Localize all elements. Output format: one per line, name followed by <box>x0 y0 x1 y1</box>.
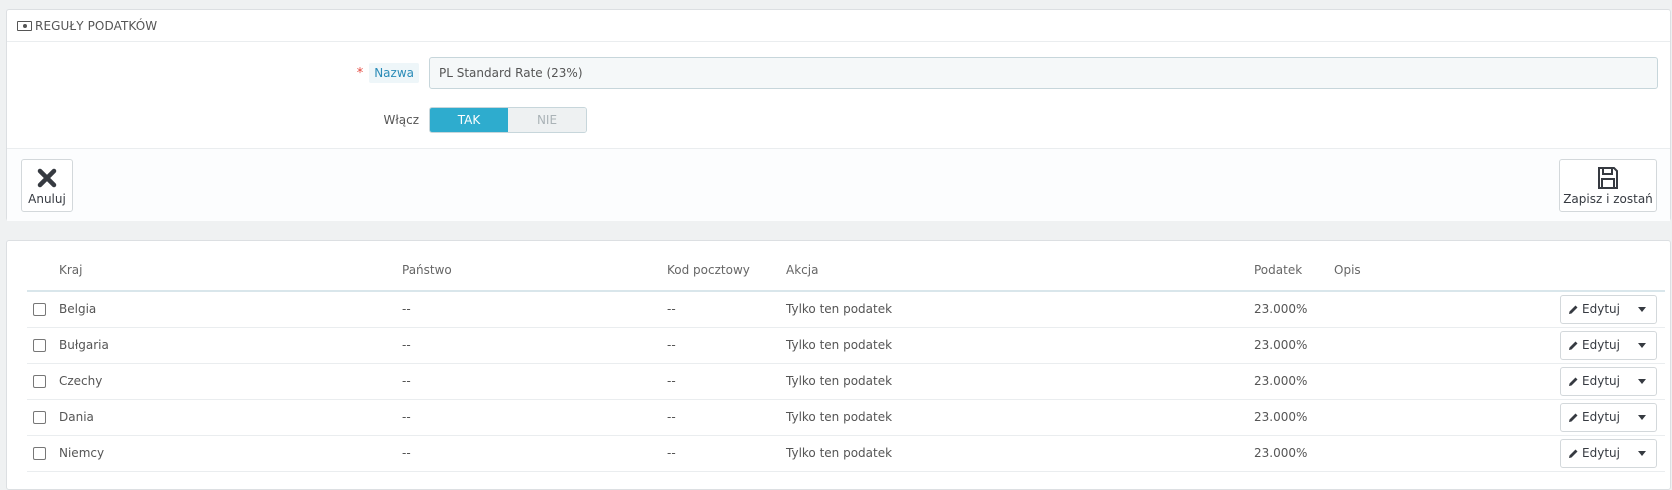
header-country[interactable]: Kraj <box>59 249 402 292</box>
header-description[interactable]: Opis <box>1334 249 1554 292</box>
header-state[interactable]: Państwo <box>402 249 667 292</box>
tax-rule-form-panel: REGUŁY PODATKÓW * Nazwa PL Standard Rate… <box>6 9 1671 221</box>
row-checkbox[interactable] <box>33 338 46 352</box>
panel-heading: REGUŁY PODATKÓW <box>7 10 1670 42</box>
header-zip[interactable]: Kod pocztowy <box>667 249 786 292</box>
table-row: Niemcy -- -- Tylko ten podatek 23.000% E… <box>27 435 1665 472</box>
cell-zip: -- <box>667 435 786 472</box>
edit-button[interactable]: Edytuj <box>1561 331 1628 359</box>
edit-button[interactable]: Edytuj <box>1561 403 1628 431</box>
enable-switch[interactable]: TAK NIE <box>429 107 587 133</box>
cell-action: Tylko ten podatek <box>786 327 1254 364</box>
cell-zip: -- <box>667 399 786 436</box>
save-and-stay-button[interactable]: Zapisz i zostań <box>1559 159 1657 212</box>
row-checkbox[interactable] <box>33 302 46 316</box>
table-header-row: Kraj Państwo Kod pocztowy Akcja Podatek … <box>27 249 1665 292</box>
header-actions <box>1554 249 1665 292</box>
edit-button[interactable]: Edytuj <box>1561 295 1628 323</box>
caret-down-icon[interactable] <box>1628 296 1656 323</box>
cell-description <box>1334 399 1554 436</box>
edit-label: Edytuj <box>1582 374 1620 388</box>
cell-country: Bułgaria <box>59 327 402 364</box>
cell-zip: -- <box>667 363 786 400</box>
header-select <box>27 249 59 292</box>
caret-down-icon[interactable] <box>1628 404 1656 431</box>
cell-state: -- <box>402 291 667 328</box>
cell-zip: -- <box>667 291 786 328</box>
cell-action: Tylko ten podatek <box>786 363 1254 400</box>
pencil-icon <box>1569 305 1578 314</box>
name-input[interactable]: PL Standard Rate (23%) <box>429 57 1658 89</box>
tax-rules-table-panel: Kraj Państwo Kod pocztowy Akcja Podatek … <box>6 240 1671 490</box>
row-edit-button-group: Edytuj <box>1560 438 1657 468</box>
cell-zip: -- <box>667 327 786 364</box>
table-row: Belgia -- -- Tylko ten podatek 23.000% E… <box>27 291 1665 328</box>
cell-state: -- <box>402 399 667 436</box>
row-edit-button-group: Edytuj <box>1560 294 1657 324</box>
edit-label: Edytuj <box>1582 410 1620 424</box>
cell-country: Belgia <box>59 291 402 328</box>
panel-title: REGUŁY PODATKÓW <box>35 18 158 33</box>
caret-down-icon[interactable] <box>1628 332 1656 359</box>
cell-country: Dania <box>59 399 402 436</box>
cell-tax: 23.000% <box>1254 435 1334 472</box>
cell-state: -- <box>402 435 667 472</box>
tax-rules-table: Kraj Państwo Kod pocztowy Akcja Podatek … <box>27 249 1665 472</box>
edit-label: Edytuj <box>1582 338 1620 352</box>
edit-button[interactable]: Edytuj <box>1561 439 1628 467</box>
cell-tax: 23.000% <box>1254 327 1334 364</box>
cell-state: -- <box>402 363 667 400</box>
row-checkbox[interactable] <box>33 446 46 460</box>
close-icon <box>37 165 57 191</box>
cell-country: Czechy <box>59 363 402 400</box>
header-action[interactable]: Akcja <box>786 249 1254 292</box>
row-checkbox[interactable] <box>33 410 46 424</box>
pencil-icon <box>1569 341 1578 350</box>
money-icon <box>17 20 32 31</box>
cell-action: Tylko ten podatek <box>786 435 1254 472</box>
cell-action: Tylko ten podatek <box>786 291 1254 328</box>
enable-no-option[interactable]: NIE <box>508 108 586 132</box>
cell-tax: 23.000% <box>1254 291 1334 328</box>
name-row: * Nazwa PL Standard Rate (23%) <box>7 57 1672 89</box>
cancel-button[interactable]: Anuluj <box>21 159 73 212</box>
cell-action: Tylko ten podatek <box>786 399 1254 436</box>
cell-description <box>1334 291 1554 328</box>
cell-description <box>1334 435 1554 472</box>
table-row: Bułgaria -- -- Tylko ten podatek 23.000%… <box>27 327 1665 364</box>
cell-description <box>1334 327 1554 364</box>
header-tax[interactable]: Podatek <box>1254 249 1334 292</box>
name-label: Nazwa <box>369 63 419 83</box>
pencil-icon <box>1569 449 1578 458</box>
caret-down-icon[interactable] <box>1628 440 1656 467</box>
edit-label: Edytuj <box>1582 302 1620 317</box>
caret-down-icon[interactable] <box>1628 368 1656 395</box>
enable-row: Włącz TAK NIE <box>7 106 1672 134</box>
cancel-label: Anuluj <box>28 192 66 206</box>
save-label: Zapisz i zostań <box>1563 192 1653 206</box>
cell-tax: 23.000% <box>1254 399 1334 436</box>
pencil-icon <box>1569 377 1578 386</box>
enable-label: Włącz <box>383 113 419 127</box>
table-row: Dania -- -- Tylko ten podatek 23.000% Ed… <box>27 399 1665 436</box>
name-label-group: * Nazwa <box>7 63 427 83</box>
cell-state: -- <box>402 327 667 364</box>
row-checkbox[interactable] <box>33 374 46 388</box>
floppy-disk-icon <box>1597 165 1619 191</box>
row-edit-button-group: Edytuj <box>1560 366 1657 396</box>
cell-country: Niemcy <box>59 435 402 472</box>
enable-yes-option[interactable]: TAK <box>430 108 508 132</box>
table-row: Czechy -- -- Tylko ten podatek 23.000% E… <box>27 363 1665 400</box>
cell-description <box>1334 363 1554 400</box>
row-edit-button-group: Edytuj <box>1560 402 1657 432</box>
row-edit-button-group: Edytuj <box>1560 330 1657 360</box>
pencil-icon <box>1569 413 1578 422</box>
edit-label: Edytuj <box>1582 446 1620 460</box>
cell-tax: 23.000% <box>1254 363 1334 400</box>
panel-footer: Anuluj Zapisz i zostań <box>7 148 1670 221</box>
required-mark: * <box>356 65 364 81</box>
edit-button[interactable]: Edytuj <box>1561 367 1628 395</box>
